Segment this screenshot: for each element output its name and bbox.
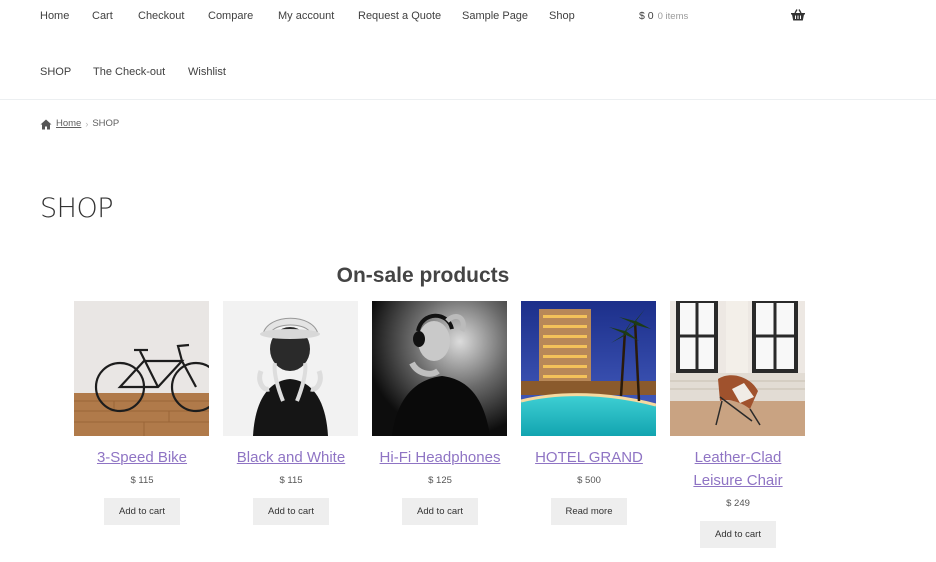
- breadcrumb-current: SHOP: [92, 118, 120, 129]
- cart-amount: $ 0: [639, 10, 654, 22]
- breadcrumb-home-link[interactable]: Home: [56, 118, 81, 130]
- add-to-cart-button[interactable]: Add to cart: [700, 521, 776, 548]
- breadcrumb-separator: ›: [85, 119, 89, 129]
- home-icon: [40, 119, 52, 129]
- product-name-link[interactable]: HOTEL GRAND: [521, 446, 657, 469]
- add-to-cart-button[interactable]: Add to cart: [402, 498, 478, 525]
- product-price: $ 115: [130, 475, 154, 486]
- read-more-button[interactable]: Read more: [551, 498, 627, 525]
- product-image-hotel-grand[interactable]: [521, 301, 656, 436]
- breadcrumb: Home › SHOP: [40, 118, 119, 130]
- nav-wishlist[interactable]: Wishlist: [188, 65, 226, 79]
- cart-item-count: 0 items: [657, 11, 689, 22]
- product-name-link[interactable]: 3-Speed Bike: [74, 446, 210, 469]
- nav-cart[interactable]: Cart: [92, 9, 113, 23]
- nav-home[interactable]: Home: [40, 9, 69, 23]
- nav-the-check-out[interactable]: The Check-out: [93, 65, 165, 79]
- product-price: $ 115: [279, 475, 303, 486]
- product-card: 3-Speed Bike $ 115 Add to cart: [74, 301, 210, 525]
- product-card: Black and White $ 115 Add to cart: [223, 301, 359, 525]
- product-name-link[interactable]: Black and White: [223, 446, 359, 469]
- product-price: $ 500: [577, 475, 601, 486]
- page-title: SHOP: [40, 193, 113, 224]
- product-price: $ 125: [428, 475, 452, 486]
- product-image-black-and-white[interactable]: [223, 301, 358, 436]
- product-image-bike[interactable]: [74, 301, 209, 436]
- nav-sample-page[interactable]: Sample Page: [462, 9, 528, 23]
- product-name-link[interactable]: Leather-Clad Leisure Chair: [670, 446, 806, 492]
- header-cart-link[interactable]: $ 00 items: [639, 9, 688, 24]
- add-to-cart-button[interactable]: Add to cart: [104, 498, 180, 525]
- nav-checkout[interactable]: Checkout: [138, 9, 184, 23]
- product-image-leisure-chair[interactable]: [670, 301, 805, 436]
- nav-my-account[interactable]: My account: [278, 9, 334, 23]
- nav-request-quote[interactable]: Request a Quote: [358, 9, 441, 23]
- site-header: Home Cart Checkout Compare My account Re…: [0, 0, 936, 100]
- product-price: $ 249: [726, 498, 750, 509]
- nav-shop-caps[interactable]: SHOP: [40, 65, 71, 79]
- section-title: On-sale products: [336, 264, 510, 287]
- product-name-link[interactable]: Hi-Fi Headphones: [372, 446, 508, 469]
- nav-compare[interactable]: Compare: [208, 9, 253, 23]
- product-image-headphones[interactable]: [372, 301, 507, 436]
- basket-icon[interactable]: [791, 9, 805, 21]
- product-card: Leather-Clad Leisure Chair $ 249 Add to …: [670, 301, 806, 548]
- nav-shop[interactable]: Shop: [549, 9, 575, 23]
- product-card: Hi-Fi Headphones $ 125 Add to cart: [372, 301, 508, 525]
- add-to-cart-button[interactable]: Add to cart: [253, 498, 329, 525]
- product-card: HOTEL GRAND $ 500 Read more: [521, 301, 657, 525]
